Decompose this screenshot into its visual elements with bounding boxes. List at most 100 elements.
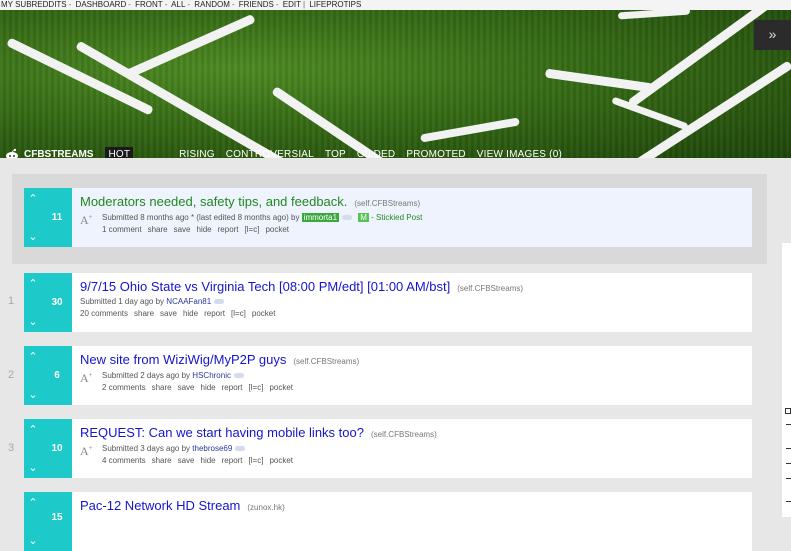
hide-link[interactable]: hide — [197, 225, 212, 234]
self-post-icon[interactable]: A+ — [80, 371, 96, 386]
chevron-up-icon[interactable]: ⌃ — [28, 350, 37, 363]
post-title[interactable]: REQUEST: Can we start having mobile link… — [80, 425, 364, 440]
report-link[interactable]: report — [222, 456, 243, 465]
chevron-up-icon[interactable]: ⌃ — [28, 192, 37, 205]
tab-view-images[interactable]: view images (0) — [477, 149, 562, 159]
expand-sidebar-button[interactable]: » — [754, 20, 791, 50]
nav-all[interactable]: All — [171, 0, 185, 9]
chevron-down-icon[interactable]: ⌄ — [28, 315, 37, 328]
meta-row: A+ Submitted 2 days ago by HSChronic 2 c… — [80, 370, 752, 392]
field-line — [544, 68, 654, 93]
tab-gilded[interactable]: gilded — [357, 149, 395, 159]
top-nav: My Subreddits - Dashboard - Front - All - Ra… — [0, 0, 791, 10]
save-link[interactable]: save — [160, 309, 177, 318]
share-link[interactable]: share — [134, 309, 154, 318]
user-tag-icon[interactable] — [214, 299, 225, 305]
hide-link[interactable]: hide — [201, 383, 216, 392]
post-actions: 20 comments share save hide report [l=c] pocke… — [80, 309, 281, 318]
post-title[interactable]: Moderators needed, safety tips, and feed… — [80, 194, 347, 209]
share-link[interactable]: share — [152, 456, 172, 465]
comments-link[interactable]: 2 comments — [102, 383, 146, 392]
post-author[interactable]: thebrose69 — [192, 444, 232, 453]
reddit-alien-icon[interactable] — [4, 147, 20, 158]
share-link[interactable]: share — [152, 383, 172, 392]
lc-link[interactable]: [l=c] — [245, 225, 260, 234]
lc-link[interactable]: [l=c] — [249, 383, 264, 392]
chevron-down-icon[interactable]: ⌄ — [28, 388, 37, 401]
self-post-icon[interactable]: A+ — [80, 213, 96, 228]
chevron-up-icon[interactable]: ⌃ — [28, 277, 37, 290]
vote-arrows: ⌃ ⌄ — [24, 273, 42, 332]
save-link[interactable]: save — [178, 456, 195, 465]
tab-promoted[interactable]: promoted — [406, 149, 465, 159]
vote-arrows: ⌃ ⌄ — [24, 188, 42, 247]
nav-dashboard[interactable]: Dashboard — [76, 0, 127, 9]
post-domain[interactable]: (self.CFBStreams) — [293, 357, 359, 366]
chevron-down-icon[interactable]: ⌄ — [28, 534, 37, 547]
lc-link[interactable]: [l=c] — [231, 309, 246, 318]
sidebar-mark — [786, 448, 791, 449]
post-domain[interactable]: (self.CFBStreams) — [371, 430, 437, 439]
tab-new[interactable]: new — [144, 149, 168, 159]
save-link[interactable]: save — [174, 225, 191, 234]
self-post-icon[interactable]: A+ — [80, 444, 96, 459]
field-line — [586, 60, 791, 158]
chevron-up-icon[interactable]: ⌃ — [28, 423, 37, 436]
sidebar-mark — [786, 478, 791, 479]
post-domain[interactable]: (zunox.hk) — [247, 503, 284, 512]
post-author[interactable]: immorta1 — [301, 213, 340, 222]
post-domain[interactable]: (self.CFBStreams) — [457, 284, 523, 293]
save-link[interactable]: save — [178, 383, 195, 392]
share-link[interactable]: share — [148, 225, 168, 234]
hide-link[interactable]: hide — [183, 309, 198, 318]
nav-random[interactable]: Random — [194, 0, 230, 9]
checkbox-icon[interactable] — [785, 408, 791, 414]
vote-box: ⌃ ⌄ 11 — [24, 188, 72, 247]
comments-link[interactable]: 1 comment — [102, 225, 142, 234]
comments-link[interactable]: 20 comments — [80, 309, 128, 318]
report-link[interactable]: report — [204, 309, 225, 318]
submitted-text: Submitted 1 day ago by — [80, 297, 165, 306]
subreddit-name[interactable]: CFBStreams — [24, 149, 93, 159]
nav-front[interactable]: Front — [135, 0, 163, 9]
comments-link[interactable]: 4 comments — [102, 456, 146, 465]
post-content: REQUEST: Can we start having mobile link… — [72, 419, 752, 478]
pocket-link[interactable]: pocket — [269, 456, 293, 465]
title-row: 9/7/15 Ohio State vs Virginia Tech [08:0… — [80, 279, 752, 294]
nav-friends[interactable]: Friends — [239, 0, 274, 9]
nav-separator: - — [128, 0, 131, 9]
pocket-link[interactable]: pocket — [252, 309, 276, 318]
hide-link[interactable]: hide — [201, 456, 216, 465]
post-score: 30 — [51, 297, 63, 308]
post-item: ⌃ ⌄ 6 New site from WiziWig/MyP2P guys (… — [24, 346, 752, 405]
tab-rising[interactable]: rising — [179, 149, 215, 159]
chevron-down-icon[interactable]: ⌄ — [28, 230, 37, 243]
nav-lifeprotips[interactable]: LifeProTips — [309, 0, 361, 9]
lc-link[interactable]: [l=c] — [249, 456, 264, 465]
nav-my-subreddits[interactable]: My Subreddits — [1, 0, 67, 9]
pocket-link[interactable]: pocket — [269, 383, 293, 392]
user-tag-icon[interactable] — [342, 215, 353, 221]
nav-separator: - — [187, 0, 191, 9]
report-link[interactable]: report — [218, 225, 239, 234]
post-author[interactable]: HSChronic — [192, 371, 231, 380]
chevron-down-icon[interactable]: ⌄ — [28, 461, 37, 474]
tab-top[interactable]: top — [325, 149, 346, 159]
post-domain[interactable]: (self.CFBStreams) — [354, 199, 420, 208]
report-link[interactable]: report — [222, 383, 243, 392]
subreddit-header-banner: » CFBStreams hot new rising controversia… — [0, 10, 791, 158]
post-title[interactable]: 9/7/15 Ohio State vs Virginia Tech [08:0… — [80, 279, 450, 294]
sort-tabs: CFBStreams hot new rising controversial … — [0, 144, 573, 158]
user-tag-icon[interactable] — [233, 373, 244, 379]
nav-separator: | — [303, 0, 306, 9]
post-item: ⌃ ⌄ 10 REQUEST: Can we start having mobi… — [24, 419, 752, 478]
tab-hot[interactable]: hot — [105, 146, 134, 158]
nav-edit[interactable]: Edit — [283, 0, 301, 9]
user-tag-icon[interactable] — [235, 446, 246, 452]
post-title[interactable]: Pac-12 Network HD Stream — [80, 498, 240, 513]
pocket-link[interactable]: pocket — [265, 225, 289, 234]
post-author[interactable]: NCAAFan81 — [166, 297, 211, 306]
chevron-up-icon[interactable]: ⌃ — [28, 496, 37, 509]
post-title[interactable]: New site from WiziWig/MyP2P guys — [80, 352, 286, 367]
tab-controversial[interactable]: controversial — [226, 149, 314, 159]
